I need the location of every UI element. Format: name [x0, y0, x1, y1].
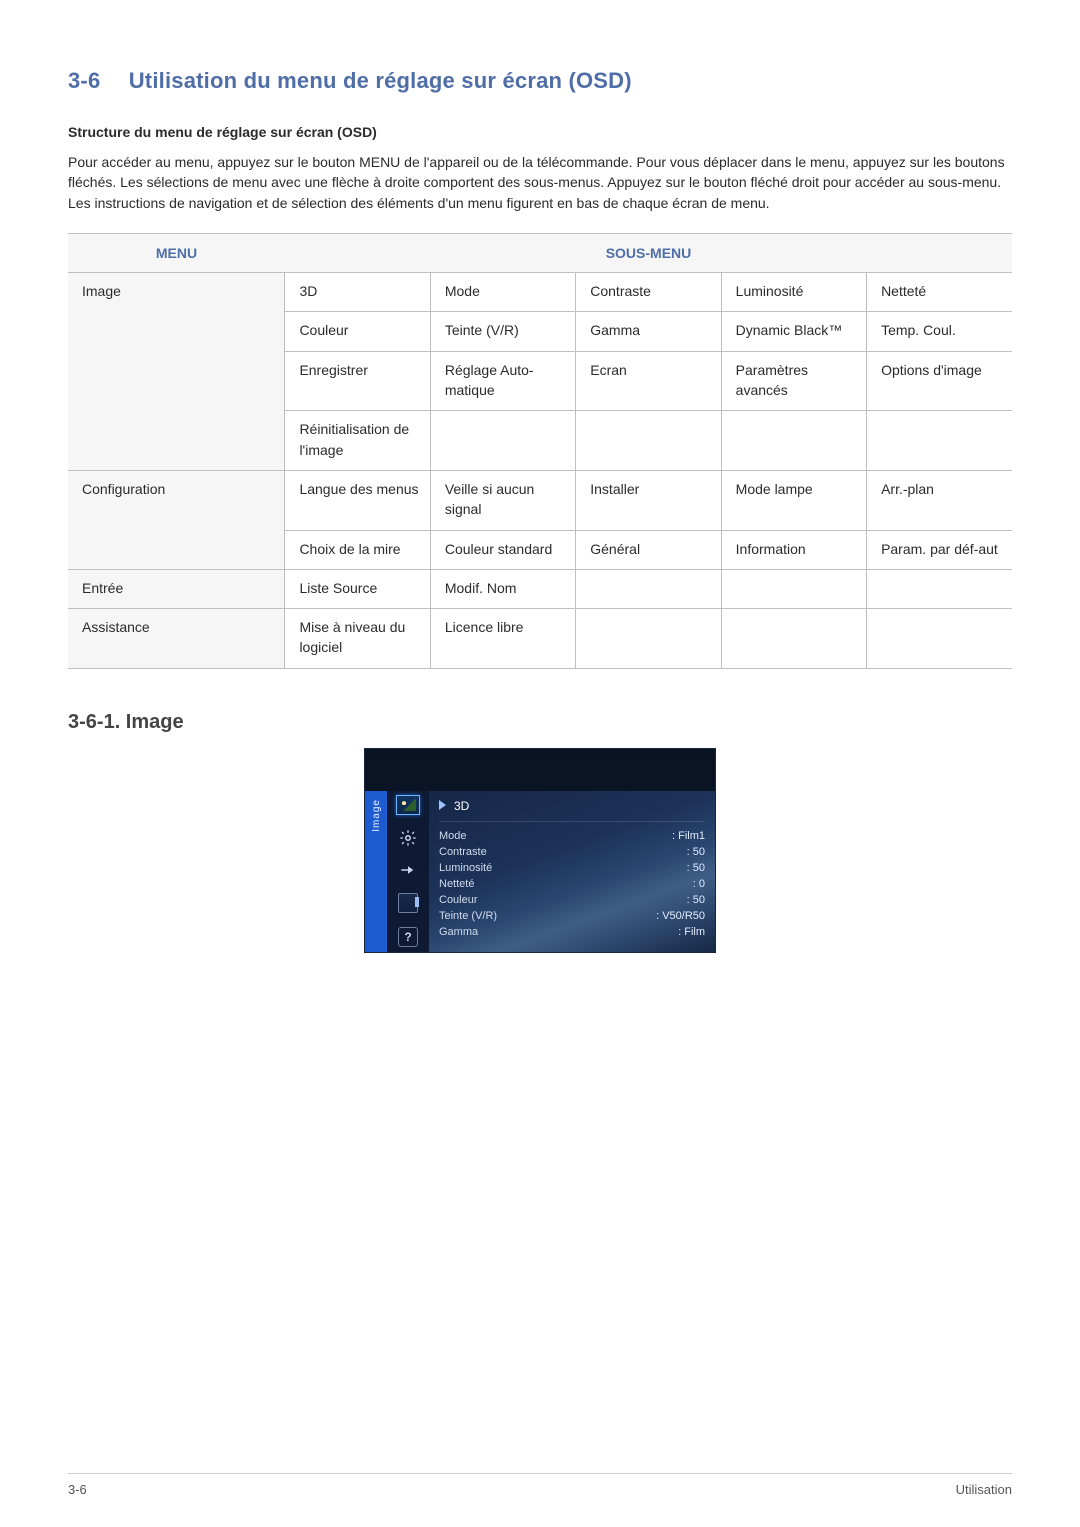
- menu-category-cell: Image: [68, 273, 285, 471]
- chevron-right-icon: [439, 800, 446, 810]
- submenu-cell: Couleur: [285, 312, 430, 351]
- submenu-cell: Langue des menus: [285, 470, 430, 530]
- submenu-cell: Dynamic Black™: [721, 312, 866, 351]
- intro-paragraph: Pour accéder au menu, appuyez sur le bou…: [68, 152, 1012, 213]
- osd-item-row[interactable]: Teinte (V/R) : V50/R50: [439, 908, 705, 924]
- osd-item-row[interactable]: Luminosité : 50: [439, 860, 705, 876]
- osd-tab-label: Image: [371, 799, 382, 832]
- table-row: ConfigurationLangue des menusVeille si a…: [68, 470, 1012, 530]
- submenu-cell: [867, 411, 1012, 471]
- submenu-cell: Réinitialisation de l'image: [285, 411, 430, 471]
- help-icon[interactable]: ?: [398, 927, 418, 947]
- submenu-cell: Réglage Auto-matique: [430, 351, 575, 411]
- submenu-cell: Paramètres avancés: [721, 351, 866, 411]
- osd-item-row[interactable]: Mode : Film1: [439, 828, 705, 844]
- osd-item-row[interactable]: Contraste : 50: [439, 844, 705, 860]
- submenu-cell: Param. par déf-aut: [867, 530, 1012, 569]
- submenu-cell: Installer: [576, 470, 721, 530]
- submenu-cell: Ecran: [576, 351, 721, 411]
- osd-item-value: : V50/R50: [656, 910, 705, 922]
- input-icon[interactable]: [399, 861, 417, 879]
- section-title: Utilisation du menu de réglage sur écran…: [129, 68, 632, 93]
- submenu-cell: Mode lampe: [721, 470, 866, 530]
- submenu-cell: Gamma: [576, 312, 721, 351]
- image-icon[interactable]: [396, 795, 420, 815]
- gear-icon[interactable]: [399, 829, 417, 847]
- footer-right: Utilisation: [956, 1482, 1012, 1497]
- osd-item-value: : 50: [687, 846, 705, 858]
- submenu-cell: Choix de la mire: [285, 530, 430, 569]
- osd-nav-icons: ?: [387, 791, 429, 952]
- submenu-cell: [867, 609, 1012, 669]
- submenu-cell: Arr.-plan: [867, 470, 1012, 530]
- page-footer: 3-6 Utilisation: [68, 1473, 1012, 1497]
- section-heading: 3-6 Utilisation du menu de réglage sur é…: [68, 68, 1012, 94]
- osd-item-row[interactable]: Gamma : Film: [439, 924, 705, 940]
- section-number: 3-6: [68, 68, 100, 93]
- submenu-cell: Temp. Coul.: [867, 312, 1012, 351]
- osd-item-row[interactable]: Couleur : 50: [439, 892, 705, 908]
- submenu-cell: Options d'image: [867, 351, 1012, 411]
- osd-item-value: : Film: [678, 926, 705, 938]
- osd-item-value: : 50: [687, 894, 705, 906]
- osd-preview: Image ?: [364, 748, 716, 953]
- osd-item-value: : 50: [687, 862, 705, 874]
- submenu-cell: Liste Source: [285, 569, 430, 608]
- menu-category-cell: Configuration: [68, 470, 285, 569]
- submenu-cell: Enregistrer: [285, 351, 430, 411]
- osd-item-row[interactable]: Netteté : 0: [439, 876, 705, 892]
- osd-item-value: : 0: [693, 878, 705, 890]
- subsection-heading: 3-6-1. Image: [68, 711, 1012, 734]
- submenu-cell: Luminosité: [721, 273, 866, 312]
- submenu-cell: Teinte (V/R): [430, 312, 575, 351]
- osd-content: 3D Mode : Film1 Contraste : 50 Luminosité : 5…: [429, 791, 715, 952]
- osd-item-value: : Film1: [672, 830, 705, 842]
- submenu-cell: Couleur standard: [430, 530, 575, 569]
- submenu-cell: Mode: [430, 273, 575, 312]
- submenu-cell: [576, 411, 721, 471]
- submenu-cell: Modif. Nom: [430, 569, 575, 608]
- menu-category-cell: Assistance: [68, 609, 285, 669]
- submenu-cell: Contraste: [576, 273, 721, 312]
- osd-item-label: Luminosité: [439, 862, 492, 874]
- osd-item-label: Mode: [439, 830, 467, 842]
- osd-item-label: Gamma: [439, 926, 478, 938]
- submenu-cell: [721, 609, 866, 669]
- structure-subheading: Structure du menu de réglage sur écran (…: [68, 124, 1012, 140]
- submenu-cell: [867, 569, 1012, 608]
- table-row: AssistanceMise à niveau du logicielLicen…: [68, 609, 1012, 669]
- osd-active-tab[interactable]: Image: [365, 791, 387, 952]
- submenu-cell: Mise à niveau du logiciel: [285, 609, 430, 669]
- table-row: Image3DModeContrasteLuminositéNetteté: [68, 273, 1012, 312]
- table-header-menu: MENU: [68, 233, 285, 272]
- submenu-cell: 3D: [285, 273, 430, 312]
- footer-left: 3-6: [68, 1482, 87, 1497]
- osd-submenu-header[interactable]: 3D: [439, 797, 705, 822]
- osd-structure-table: MENU SOUS-MENU Image3DModeContrasteLumin…: [68, 233, 1012, 669]
- menu-category-cell: Entrée: [68, 569, 285, 608]
- submenu-cell: [576, 609, 721, 669]
- submenu-cell: [576, 569, 721, 608]
- submenu-cell: Information: [721, 530, 866, 569]
- osd-item-label: Teinte (V/R): [439, 910, 497, 922]
- osd-item-label: Couleur: [439, 894, 478, 906]
- submenu-cell: Licence libre: [430, 609, 575, 669]
- table-row: EntréeListe SourceModif. Nom: [68, 569, 1012, 608]
- submenu-cell: [721, 411, 866, 471]
- submenu-cell: Netteté: [867, 273, 1012, 312]
- osd-title-bar: [365, 749, 715, 791]
- osd-item-label: Netteté: [439, 878, 474, 890]
- submenu-cell: Général: [576, 530, 721, 569]
- submenu-cell: Veille si aucun signal: [430, 470, 575, 530]
- table-header-submenu: SOUS-MENU: [285, 233, 1012, 272]
- media-icon[interactable]: [398, 893, 418, 913]
- submenu-cell: [721, 569, 866, 608]
- osd-item-label: Contraste: [439, 846, 487, 858]
- submenu-cell: [430, 411, 575, 471]
